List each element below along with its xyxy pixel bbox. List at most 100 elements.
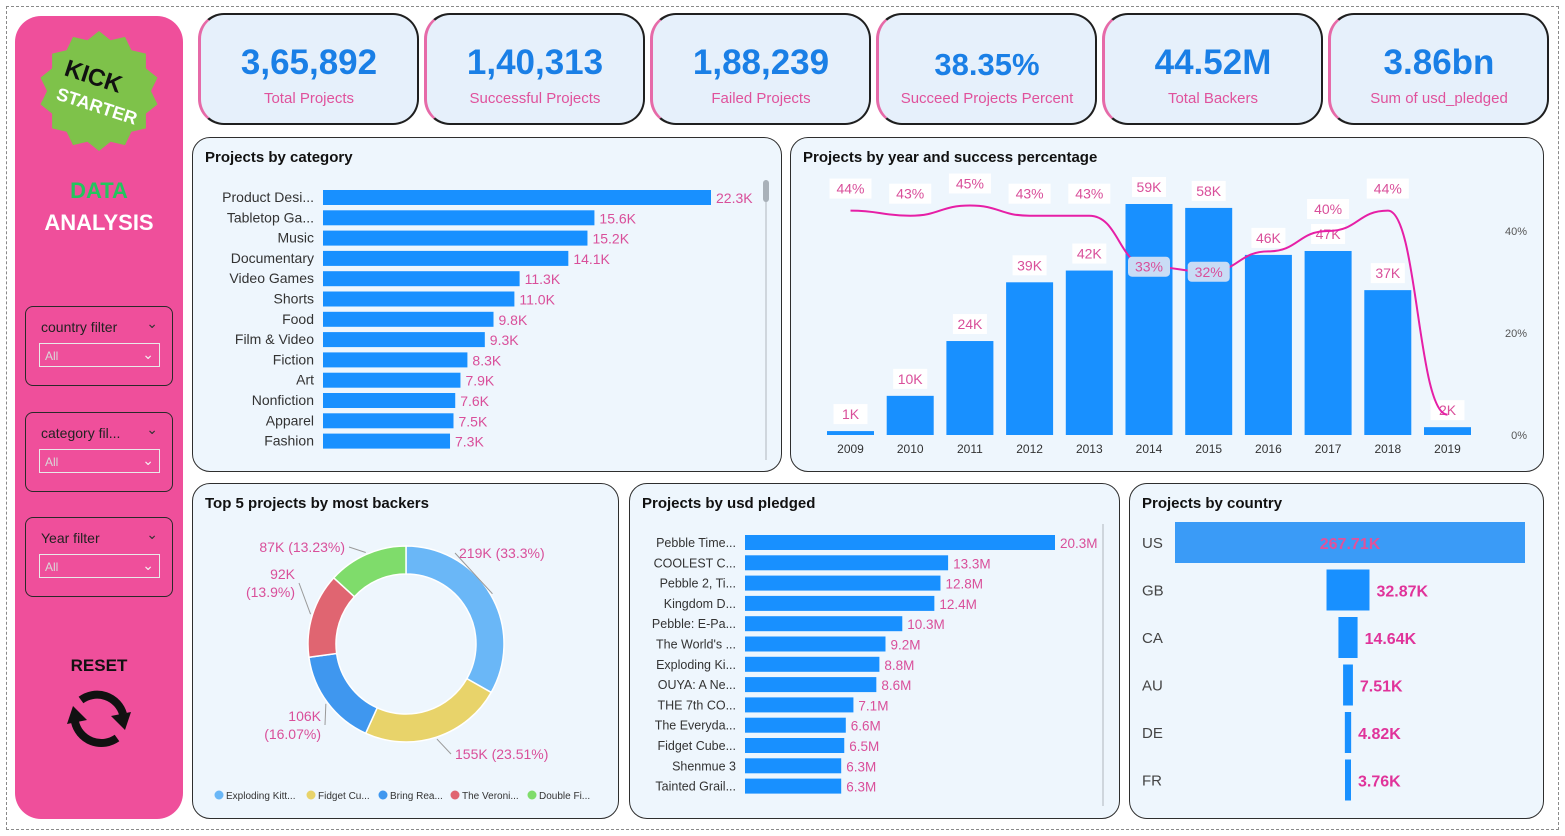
chevron-down-icon[interactable]: ⌄: [146, 421, 158, 438]
category-label: THE 7th CO...: [658, 698, 737, 712]
legend-label[interactable]: The Veroni...: [462, 791, 519, 802]
bar[interactable]: [323, 190, 711, 205]
bar[interactable]: [323, 413, 454, 429]
reset-icon[interactable]: [59, 678, 139, 758]
bar[interactable]: [745, 738, 845, 753]
category-filter-label: category fil...: [41, 425, 121, 441]
y2-tick-label: 0%: [1511, 430, 1527, 442]
pledged-chart: Pebble Time... 20.3M COOLEST C... 13.3M Pebb…: [652, 524, 1104, 806]
bar[interactable]: [745, 677, 877, 693]
year-bar[interactable]: [1244, 254, 1292, 435]
bar[interactable]: [745, 717, 846, 733]
year-bar[interactable]: [1185, 207, 1233, 435]
kpi-value: 44.52M: [1154, 43, 1272, 82]
bar[interactable]: [745, 535, 1055, 550]
bar[interactable]: [745, 616, 903, 632]
chevron-down-icon: ⌄: [142, 452, 154, 468]
legend-label[interactable]: Exploding Kitt...: [226, 791, 295, 802]
legend-label[interactable]: Bring Rea...: [390, 791, 443, 802]
kpi-label: Sum of usd_pledged: [1370, 90, 1508, 107]
data-label: 7.1M: [858, 698, 888, 713]
bar[interactable]: [323, 433, 451, 449]
country-label: CA: [1142, 630, 1163, 647]
funnel-data-label: 3.76K: [1358, 774, 1401, 791]
data-label: 7.5K: [458, 413, 487, 429]
line-data-label: 40%: [1314, 201, 1342, 217]
bar-data-label: 1K: [842, 406, 860, 422]
year-bar[interactable]: [946, 341, 994, 435]
bar[interactable]: [745, 778, 842, 794]
bar[interactable]: [323, 332, 485, 348]
x-tick-label: 2011: [957, 442, 983, 456]
bar[interactable]: [745, 636, 886, 652]
bar[interactable]: [323, 210, 595, 226]
donut-slice[interactable]: [364, 677, 493, 743]
kpi-value: 38.35%: [934, 47, 1040, 82]
x-tick-label: 2013: [1076, 442, 1103, 456]
category-label: OUYA: A Ne...: [658, 678, 736, 692]
category-label: Product Desi...: [222, 189, 314, 205]
year-bar[interactable]: [1304, 250, 1352, 435]
slice-data-label: (13.9%): [246, 584, 295, 600]
kpi-success-percent: 38.35% Succeed Projects Percent: [876, 13, 1097, 125]
legend-marker[interactable]: [214, 790, 224, 800]
bar[interactable]: [323, 352, 468, 368]
funnel-bar[interactable]: [1345, 759, 1351, 801]
bar[interactable]: [745, 595, 935, 611]
year-bar[interactable]: [1065, 270, 1113, 435]
bar-data-label: 10K: [898, 371, 924, 387]
kpi-label: Failed Projects: [711, 90, 811, 107]
funnel-bar[interactable]: [1338, 617, 1358, 658]
donut-slice[interactable]: [405, 545, 505, 694]
bar[interactable]: [745, 555, 949, 571]
scrollbar-thumb[interactable]: [763, 180, 769, 202]
slice-data-label: 155K (23.51%): [455, 746, 548, 762]
bar[interactable]: [323, 250, 569, 266]
year-bar[interactable]: [886, 395, 934, 435]
bar[interactable]: [323, 291, 515, 307]
bar[interactable]: [323, 393, 456, 408]
bar[interactable]: [323, 271, 520, 287]
legend-marker[interactable]: [450, 790, 460, 800]
reset-label[interactable]: RESET: [15, 656, 183, 676]
backers-donut-chart: 219K (33.3%) 155K (23.51%) 106K (16.07%) 92K…: [214, 539, 590, 802]
legend-marker[interactable]: [306, 790, 316, 800]
bar[interactable]: [323, 230, 588, 246]
chevron-down-icon[interactable]: ⌄: [146, 526, 158, 543]
category-label: Fiction: [273, 351, 314, 367]
category-filter[interactable]: category fil... ⌄ All ⌄: [25, 412, 173, 492]
country-filter-select[interactable]: All ⌄: [39, 343, 160, 367]
funnel-bar[interactable]: [1326, 569, 1370, 611]
funnel-bar[interactable]: [1344, 712, 1352, 753]
country-filter[interactable]: country filter ⌄ All ⌄: [25, 306, 173, 386]
year-bar[interactable]: [1364, 290, 1412, 435]
bar[interactable]: [745, 758, 842, 774]
legend-label[interactable]: Double Fi...: [539, 791, 590, 802]
year-bar[interactable]: [1006, 282, 1054, 435]
bar[interactable]: [745, 656, 880, 672]
bar[interactable]: [323, 372, 461, 388]
category-filter-select[interactable]: All ⌄: [39, 449, 160, 473]
legend-marker[interactable]: [527, 790, 537, 800]
category-label: Kingdom D...: [664, 597, 736, 611]
legend-marker[interactable]: [378, 790, 388, 800]
chevron-down-icon[interactable]: ⌄: [146, 315, 158, 332]
x-tick-label: 2015: [1195, 442, 1222, 456]
data-label: 15.2K: [592, 231, 629, 247]
year-filter[interactable]: Year filter ⌄ All ⌄: [25, 517, 173, 597]
year-bar[interactable]: [1424, 427, 1471, 435]
bar-data-label: 47K: [1316, 226, 1342, 242]
scrollbar-track[interactable]: [765, 180, 767, 460]
data-label: 13.3M: [953, 556, 991, 571]
bar[interactable]: [745, 575, 941, 591]
bar[interactable]: [323, 311, 494, 327]
year-bar[interactable]: [1125, 204, 1173, 435]
year-bar[interactable]: [827, 431, 874, 435]
country-chart: US 267.71K GB 32.87K CA 14.64K AU 7.51K DE 4.82K F…: [1142, 522, 1525, 801]
country-filter-value: All: [45, 349, 59, 363]
legend-label[interactable]: Fidget Cu...: [318, 791, 370, 802]
scrollbar-track[interactable]: [1102, 524, 1104, 806]
funnel-bar[interactable]: [1343, 664, 1353, 706]
year-filter-select[interactable]: All ⌄: [39, 554, 160, 578]
bar[interactable]: [745, 697, 854, 713]
